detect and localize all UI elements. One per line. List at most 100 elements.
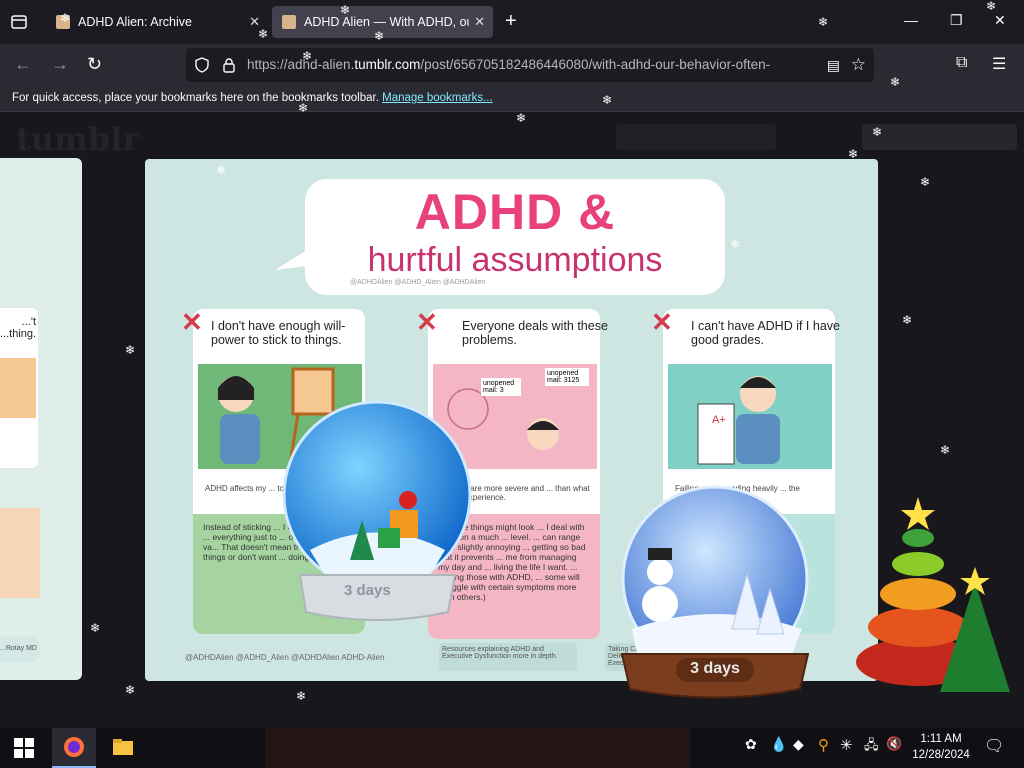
snow-globe-left[interactable]: 3 days — [280, 400, 475, 630]
card-claim: I can't have ADHD if I have good grades. — [691, 319, 840, 347]
volume-muted-icon[interactable]: 🔇 — [886, 736, 902, 752]
bookmarks-hint: For quick access, place your bookmarks h… — [12, 92, 379, 104]
tray-snow-icon[interactable]: ✳ — [840, 736, 853, 754]
url-path: /post/656705182486446080/with-adhd-our-b… — [420, 57, 771, 72]
manage-bookmarks-link[interactable]: Manage bookmarks... — [382, 92, 493, 104]
card-illustration: A+ — [668, 364, 832, 469]
taskbar-firefox-button[interactable] — [52, 728, 96, 768]
system-clock[interactable]: 1:11 AM 12/28/2024 — [910, 731, 972, 763]
snowflake-icon: ❄ — [872, 125, 883, 139]
network-icon[interactable]: 🖧 — [864, 736, 879, 758]
tab-favicon-icon — [282, 15, 296, 29]
x-mark-icon: ✕ — [181, 307, 203, 337]
comic-footer: @ADHDAlien @ADHD_Alien @ADHDAlien ADHD-A… — [185, 653, 385, 662]
snowflake-icon: ❄ — [940, 443, 951, 457]
page-content: tumblr ...'t ...thing. ...Rotay MD ADHD … — [0, 112, 1024, 728]
extensions-icon[interactable]: ⧉ — [956, 54, 967, 72]
close-tab-icon[interactable]: ✕ — [474, 14, 485, 30]
card-claim: Everyone deals with these problems. — [462, 319, 608, 347]
snowflake-icon: ❄ — [216, 163, 227, 177]
firefox-icon — [64, 737, 84, 757]
x-mark-icon: ✕ — [651, 307, 673, 337]
clock-date: 12/28/2024 — [912, 749, 970, 761]
grade-text: A+ — [712, 414, 726, 426]
arrow-right-icon: → — [51, 54, 69, 74]
mail-label-small: unopened mail: 3 — [481, 378, 521, 396]
partial-footer: ...Rotay MD — [0, 636, 40, 662]
reload-button[interactable]: ↻ — [87, 54, 102, 75]
snowflake-icon: ❄ — [125, 343, 136, 357]
bubble-tail — [275, 245, 315, 270]
tracking-protection-shield-icon[interactable] — [194, 57, 210, 73]
x-mark-icon: ✕ — [416, 307, 438, 337]
snowflake-icon: ❄ — [90, 621, 101, 635]
tab-strip: ADHD Alien: Archive ✕ ADHD Alien — With … — [0, 0, 1024, 44]
comic-credits: @ADHDAlien @ADHD_Alien @ADHDAlien — [350, 279, 486, 286]
address-bar[interactable]: https://adhd-alien.tumblr.com/post/65670… — [186, 48, 874, 82]
snowflake-icon: ❄ — [730, 237, 741, 251]
tray-color-icon[interactable]: ◆ — [793, 736, 804, 753]
header-button[interactable] — [862, 124, 1017, 150]
reader-view-icon[interactable]: ▤ — [827, 57, 840, 74]
windows-start-icon[interactable] — [14, 738, 34, 763]
tray-app-icon[interactable]: ✿ — [745, 736, 757, 753]
tumblr-logo[interactable]: tumblr — [16, 120, 139, 158]
snowflake-icon: ❄ — [298, 101, 309, 115]
forward-button[interactable]: → — [51, 54, 69, 75]
navigation-toolbar: ← → ↻ https://adhd-alien.tumblr.com/post… — [0, 44, 1024, 86]
partial-card-text: ...'t ...thing. — [0, 316, 37, 340]
file-explorer-icon[interactable] — [112, 736, 134, 763]
snowflake-icon: ❄ — [516, 112, 527, 125]
snowflake-icon: ❄ — [374, 29, 385, 43]
bookmark-star-icon[interactable]: ☆ — [851, 55, 866, 75]
snowflake-icon: ❄ — [818, 15, 829, 29]
back-button[interactable]: ← — [14, 54, 32, 75]
globe-days-label: 3 days — [676, 658, 754, 682]
close-window-button[interactable]: ✕ — [994, 12, 1006, 29]
taskbar-background-art — [265, 728, 690, 768]
bookmarks-message: For quick access, place your bookmarks h… — [12, 92, 493, 104]
windows-taskbar: ✿ 💧 ◆ ⚲ ✳ 🖧 🔇 🗨 — [0, 728, 1024, 768]
snowflake-icon: ❄ — [920, 175, 931, 189]
snowflake-icon: ❄ — [302, 49, 313, 63]
header-bar — [616, 124, 776, 150]
notifications-icon[interactable]: 🗨 — [984, 736, 1004, 756]
snowflake-icon: ❄ — [902, 313, 913, 327]
tab-archive[interactable]: ADHD Alien: Archive ✕ — [46, 6, 268, 38]
spiral-christmas-tree-icon — [856, 497, 1010, 692]
mail-label-large: unopened mail: 3125 — [545, 368, 589, 386]
tab-title: ADHD Alien: Archive — [78, 15, 192, 29]
restore-button[interactable]: ❐ — [950, 12, 963, 29]
snowflake-icon: ❄ — [986, 0, 997, 13]
comic-title: ADHD & — [414, 184, 616, 240]
snowflake-icon: ❄ — [296, 689, 307, 703]
globe-days-label: 3 days — [344, 582, 391, 599]
minimize-button[interactable]: — — [904, 12, 918, 28]
clock-time: 1:11 AM — [920, 733, 962, 745]
snowflake-icon: ❄ — [125, 683, 136, 697]
snow-globe-right[interactable]: 3 days — [612, 484, 817, 704]
partial-note — [0, 508, 40, 598]
snowflake-icon: ❄ — [890, 75, 901, 89]
previous-post-preview[interactable]: ...'t ...thing. ...Rotay MD — [0, 158, 82, 680]
tray-search-icon[interactable]: ⚲ — [818, 736, 829, 754]
url-text[interactable]: https://adhd-alien.tumblr.com/post/65670… — [247, 57, 807, 72]
new-tab-button[interactable]: + — [505, 10, 517, 33]
menu-hamburger-icon[interactable]: ☰ — [992, 54, 1006, 74]
bookmarks-toolbar: For quick access, place your bookmarks h… — [0, 86, 1024, 112]
arrow-left-icon: ← — [14, 54, 32, 74]
partial-card-art — [0, 358, 36, 418]
reload-icon: ↻ — [87, 54, 103, 74]
snowflake-icon: ❄ — [258, 27, 269, 41]
url-prefix: https://adhd-alien. — [247, 57, 355, 72]
snowflake-icon: ❄ — [602, 93, 613, 107]
lock-icon[interactable] — [222, 57, 236, 73]
url-host: tumblr.com — [354, 57, 421, 72]
student-grade-illustration — [697, 376, 780, 465]
footer-resources-box: Resources explaining ADHD and Executive … — [439, 643, 577, 671]
title-speech-bubble: ADHD & hurtful assumptions @ADHDAlien @A… — [305, 179, 725, 295]
snowflake-icon: ❄ — [60, 11, 71, 25]
tab-overview-icon[interactable] — [9, 12, 29, 32]
comic-subtitle: hurtful assumptions — [367, 241, 663, 279]
tray-droplet-icon[interactable]: 💧 — [770, 736, 787, 753]
